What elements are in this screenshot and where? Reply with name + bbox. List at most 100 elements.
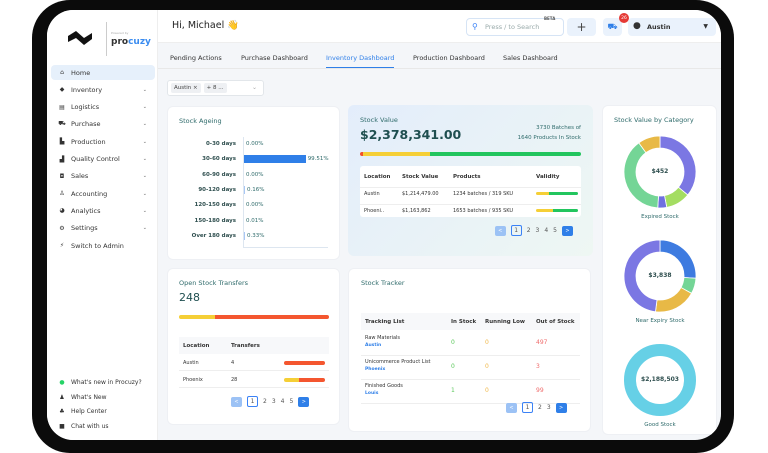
cell-low: 0 (485, 387, 489, 394)
tab-production-dashboard[interactable]: Production Dashboard (413, 54, 485, 62)
user-avatar-icon: ● (633, 21, 641, 31)
money-icon: ♙ (59, 190, 65, 198)
sidebar-footer-label: What's new in Procuzy? (71, 379, 142, 386)
page-3[interactable]: 3 (547, 404, 551, 411)
prev-page-button[interactable]: < (506, 402, 517, 413)
sidebar-item-production[interactable]: ▙ Production ⌄ (51, 134, 155, 149)
page-5[interactable]: 5 (289, 398, 293, 405)
donut-center-value: $3,838 (648, 272, 672, 279)
card-title: Stock Tracker (361, 279, 405, 287)
open-stock-transfers-card: Open Stock Transfers 248 Location Transfe… (167, 268, 340, 425)
cell-products: 1234 batches / 319 SKU (453, 191, 514, 197)
sidebar-item-purchase[interactable]: ⛟ Purchase ⌄ (51, 117, 155, 132)
page-3[interactable]: 3 (272, 398, 276, 405)
add-button[interactable]: + (567, 18, 596, 36)
filter-chip-more[interactable]: + 8 ... (203, 83, 227, 93)
tracking-location-link[interactable]: Phoenix (365, 367, 385, 372)
page-1[interactable]: 1 (510, 225, 522, 236)
pagination: <1 2 3 > (506, 402, 567, 413)
donut-slice[interactable] (655, 287, 693, 313)
ageing-label: 30-60 days (202, 156, 236, 163)
cart-icon: ⛟ (58, 120, 66, 128)
bar-segment (552, 209, 578, 212)
sidebar-footer-chat-with-us[interactable]: ■ Chat with us (51, 419, 155, 434)
cell-in: 0 (451, 339, 455, 346)
chevron-down-icon[interactable]: ⌄ (252, 84, 257, 91)
tracking-list-name[interactable]: Finished Goods (365, 383, 403, 389)
page-2[interactable]: 2 (263, 398, 267, 405)
tab-sales-dashboard[interactable]: Sales Dashboard (503, 54, 558, 62)
user-menu[interactable]: ● Austin ▼ (628, 18, 716, 36)
ageing-label: 0-30 days (205, 141, 236, 147)
tracking-location-link[interactable]: Austin (365, 343, 381, 348)
sidebar-item-label: Purchase (71, 120, 101, 129)
sidebar-item-label: Accounting (71, 189, 108, 198)
sidebar-footer-what-s-new[interactable]: ♟ What's New (51, 390, 155, 405)
sidebar-item-label: Quality Control (71, 155, 120, 163)
tab-purchase-dashboard[interactable]: Purchase Dashboard (241, 54, 308, 62)
thumbs-up-icon: ♣ (59, 408, 65, 415)
column-header: Validity (536, 174, 560, 180)
sidebar-item-switch-to-admin[interactable]: ⚡ Switch to Admin (51, 238, 155, 253)
tracking-list-name[interactable]: Unicommerce Product List (365, 359, 431, 365)
filter-chip[interactable]: Austin × (171, 83, 201, 93)
row-divider (179, 370, 329, 371)
chevron-down-icon: ⌄ (142, 225, 147, 232)
next-page-button[interactable]: > (298, 396, 310, 407)
sidebar-item-sales[interactable]: ◘ Sales ⌄ (51, 169, 155, 184)
next-page-button[interactable]: > (555, 402, 567, 413)
page-4[interactable]: 4 (544, 227, 548, 234)
sidebar-item-logistics[interactable]: ▤ Logistics ⌄ (51, 100, 155, 115)
column-header: Tracking List (365, 319, 405, 325)
sidebar-item-quality-control[interactable]: ▟ Quality Control ⌄ (51, 152, 155, 167)
sidebar-item-settings[interactable]: ⚙ Settings ⌄ (51, 221, 155, 236)
donut-slice[interactable] (659, 135, 697, 196)
page-4[interactable]: 4 (281, 398, 285, 405)
tab-inventory-dashboard[interactable]: Inventory Dashboard (326, 54, 395, 68)
page-1[interactable]: 1 (247, 396, 258, 407)
building-icon: ▟ (59, 155, 65, 163)
cell-low: 0 (485, 339, 489, 346)
column-header: Products (453, 174, 481, 180)
transfers-count: 248 (179, 291, 200, 304)
cell-transfers: 4 (231, 360, 235, 366)
sidebar-item-home[interactable]: ⌂ Home (51, 65, 155, 80)
bar-segment (284, 361, 325, 365)
ageing-label: 120-150 days (194, 202, 237, 209)
page-5[interactable]: 5 (553, 227, 557, 234)
sidebar-item-analytics[interactable]: ◕ Analytics ⌄ (51, 203, 155, 218)
prev-page-button[interactable]: < (494, 225, 506, 236)
page-2[interactable]: 2 (527, 227, 531, 234)
donut-slice[interactable] (623, 142, 659, 209)
sidebar-item-inventory[interactable]: ◆ Inventory ⌄ (51, 82, 155, 97)
prev-page-button[interactable]: < (231, 396, 242, 407)
sidebar-footer-label: Help Center (71, 408, 107, 415)
next-page-button[interactable]: > (562, 225, 573, 236)
caret-down-icon: ▼ (703, 23, 708, 30)
cell-location: Phoenix (183, 377, 203, 383)
sidebar-footer-help-center[interactable]: ♣ Help Center (51, 404, 155, 419)
sidebar-item-accounting[interactable]: ♙ Accounting ⌄ (51, 186, 155, 201)
bar-segment (548, 192, 578, 195)
tracking-location-link[interactable]: Louis (365, 391, 378, 396)
tab-pending-actions[interactable]: Pending Actions (170, 54, 222, 62)
sidebar-item-label: Home (71, 68, 91, 77)
location-filter[interactable]: Austin × + 8 ... ⌄ (167, 80, 264, 96)
page-1[interactable]: 1 (522, 402, 533, 413)
sidebar: Powered by procuzy ⌂ Home ◆ Inventory ⌄ ▤ Logi… (47, 10, 158, 440)
chevron-down-icon: ⌄ (142, 138, 147, 145)
bar-segment (298, 378, 325, 382)
chevron-down-icon: ⌄ (142, 86, 147, 93)
cell-out: 3 (536, 363, 540, 370)
ageing-value: 0.16% (247, 186, 265, 193)
sidebar-footer-what-s-new-in-procuzy-[interactable]: ● What's new in Procuzy? (51, 375, 155, 390)
brand-name: procuzy (111, 37, 151, 47)
cell-transfers: 28 (231, 377, 238, 383)
page-3[interactable]: 3 (536, 227, 540, 234)
tracking-list-name[interactable]: Raw Materials (365, 335, 400, 341)
cell-products: 1653 batches / 935 SKU (453, 208, 514, 214)
bar-segment (429, 152, 581, 156)
page-2[interactable]: 2 (538, 404, 542, 411)
ageing-value: 0.33% (247, 232, 265, 239)
ageing-value: 0.00% (246, 141, 264, 147)
